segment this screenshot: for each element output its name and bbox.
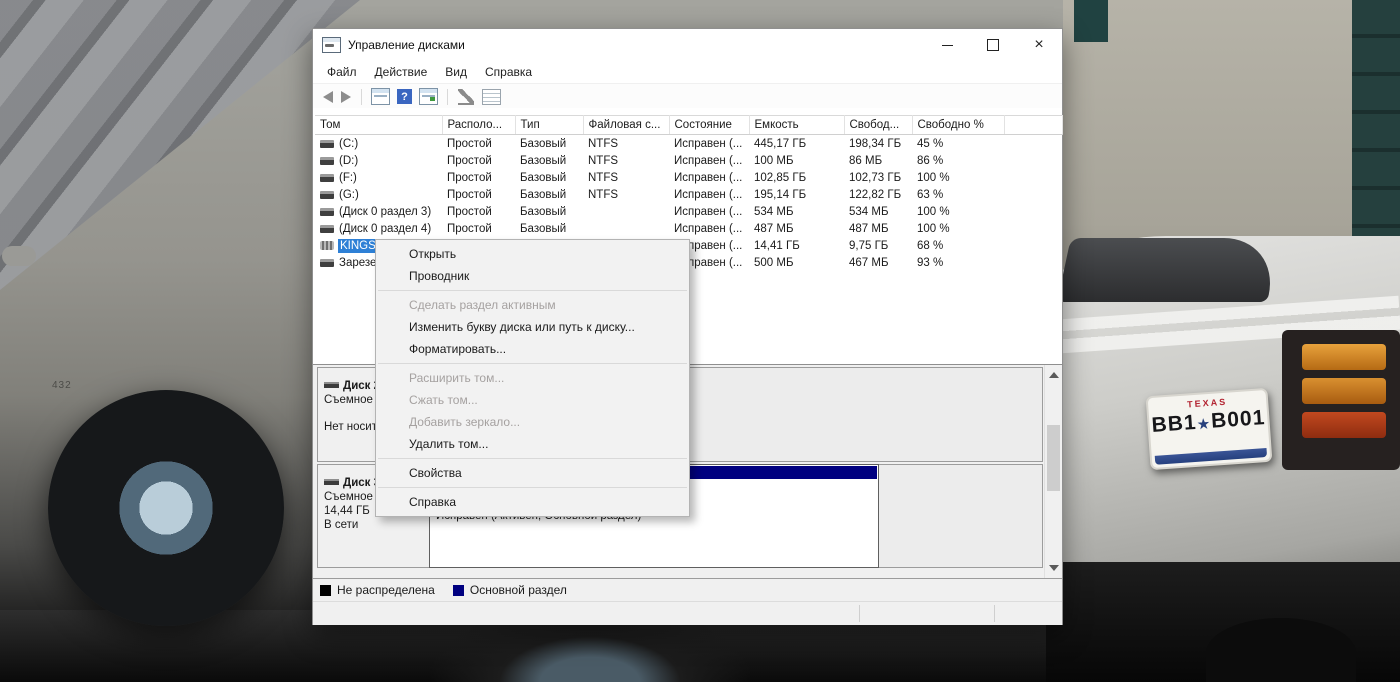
volume-icon — [320, 174, 334, 182]
column-header-free[interactable]: Свобод... — [844, 116, 912, 135]
window-controls: × — [924, 29, 1062, 61]
car-front-wheel — [48, 390, 284, 626]
minimize-icon — [942, 45, 953, 46]
window-title: Управление дисками — [348, 38, 465, 52]
legend-primary-partition: Основной раздел — [453, 583, 567, 597]
car-taillight — [1302, 412, 1386, 438]
maximize-button[interactable] — [970, 29, 1016, 61]
column-header-status[interactable]: Состояние — [669, 116, 749, 135]
column-header-volume[interactable]: Том — [315, 116, 442, 135]
volume-row-c[interactable]: (C:) Простой Базовый NTFS Исправен (... … — [315, 135, 1062, 153]
menu-separator — [378, 363, 687, 364]
scroll-down-icon[interactable] — [1049, 565, 1059, 571]
column-header-free-pct[interactable]: Свободно % — [912, 116, 1004, 135]
context-menu-properties[interactable]: Свойства — [376, 462, 689, 484]
menu-view[interactable]: Вид — [436, 62, 476, 82]
column-header-type[interactable]: Тип — [515, 116, 583, 135]
minimize-button[interactable] — [924, 29, 970, 61]
license-plate: TEXAS BB1★B001 — [1146, 388, 1273, 470]
volume-icon — [320, 157, 334, 165]
volume-row-f[interactable]: (F:) Простой Базовый NTFS Исправен (... … — [315, 169, 1062, 186]
help-icon[interactable]: ? — [397, 89, 412, 104]
volume-icon — [320, 140, 334, 148]
volume-row-disk0-part3[interactable]: (Диск 0 раздел 3) Простой Базовый Исправ… — [315, 203, 1062, 220]
car-front-left: 432 — [0, 168, 318, 682]
context-menu-change-letter[interactable]: Изменить букву диска или путь к диску... — [376, 316, 689, 338]
legend-bar: Не распределена Основной раздел — [313, 578, 1062, 601]
car-fender-badge: 432 — [52, 380, 72, 391]
back-arrow-icon[interactable] — [323, 91, 333, 103]
car-rear-window — [1057, 238, 1281, 302]
forward-arrow-icon[interactable] — [341, 91, 351, 103]
scrollbar-thumb[interactable] — [1047, 425, 1060, 491]
properties-tool-icon[interactable] — [458, 89, 474, 105]
menu-bar: Файл Действие Вид Справка — [313, 61, 1062, 83]
car-mirror — [2, 246, 36, 266]
toolbar-separator — [447, 89, 448, 105]
volume-row-disk0-part4[interactable]: (Диск 0 раздел 4) Простой Базовый Исправ… — [315, 220, 1062, 237]
title-bar[interactable]: Управление дисками × — [313, 29, 1062, 61]
menu-separator — [378, 487, 687, 488]
car-rear-wheel — [1206, 618, 1356, 682]
volume-row-d[interactable]: (D:) Простой Базовый NTFS Исправен (... … — [315, 152, 1062, 169]
volume-row-g[interactable]: (G:) Простой Базовый NTFS Исправен (... … — [315, 186, 1062, 203]
car-taillight — [1302, 344, 1386, 370]
context-menu-explorer[interactable]: Проводник — [376, 265, 689, 287]
menu-file[interactable]: Файл — [318, 62, 366, 82]
plate-right: B001 — [1210, 406, 1266, 433]
volume-icon — [320, 225, 334, 233]
close-button[interactable]: × — [1016, 29, 1062, 61]
status-bar-separator — [994, 605, 995, 622]
scroll-up-icon[interactable] — [1049, 372, 1059, 378]
volume-context-menu: Открыть Проводник Сделать раздел активны… — [375, 239, 690, 517]
menu-separator — [378, 458, 687, 459]
legend-unallocated: Не распределена — [320, 583, 435, 597]
action-pane-icon[interactable] — [419, 88, 438, 105]
toolbar-separator — [361, 89, 362, 105]
status-bar-separator — [859, 605, 860, 622]
column-header-filesystem[interactable]: Файловая с... — [583, 116, 669, 135]
background-small-door — [1074, 0, 1108, 42]
context-menu-help[interactable]: Справка — [376, 491, 689, 513]
context-menu-open[interactable]: Открыть — [376, 243, 689, 265]
menu-help[interactable]: Справка — [476, 62, 541, 82]
column-header-capacity[interactable]: Емкость — [749, 116, 844, 135]
vertical-scrollbar[interactable] — [1044, 365, 1062, 578]
toolbar: ? — [313, 83, 1062, 110]
column-header-empty[interactable] — [1004, 116, 1062, 135]
disk-icon — [324, 382, 339, 388]
maximize-icon — [987, 39, 999, 51]
removable-volume-icon — [320, 241, 334, 250]
primary-partition-color-swatch — [453, 585, 464, 596]
header-row: Том Располо... Тип Файловая с... Состоян… — [315, 116, 1062, 135]
close-icon: × — [1034, 37, 1043, 53]
status-bar — [313, 601, 1062, 625]
volume-icon — [320, 259, 334, 267]
console-tree-icon[interactable] — [371, 88, 390, 105]
unallocated-color-swatch — [320, 585, 331, 596]
car-taillight — [1302, 378, 1386, 404]
plate-left: BB1 — [1151, 411, 1198, 437]
volume-icon — [320, 208, 334, 216]
context-menu-extend: Расширить том... — [376, 367, 689, 389]
context-menu-shrink: Сжать том... — [376, 389, 689, 411]
context-menu-format[interactable]: Форматировать... — [376, 338, 689, 360]
disk-icon — [324, 479, 339, 485]
column-header-layout[interactable]: Располо... — [442, 116, 515, 135]
disk-management-app-icon — [322, 37, 341, 53]
menu-action[interactable]: Действие — [366, 62, 437, 82]
disk-status: В сети — [324, 519, 423, 531]
texas-star-icon: ★ — [1196, 416, 1212, 432]
license-plate-skyline — [1155, 448, 1267, 465]
menu-separator — [378, 290, 687, 291]
fields-list-icon[interactable] — [482, 89, 501, 105]
context-menu-delete[interactable]: Удалить том... — [376, 433, 689, 455]
volume-icon — [320, 191, 334, 199]
context-menu-mark-active: Сделать раздел активным — [376, 294, 689, 316]
context-menu-add-mirror: Добавить зеркало... — [376, 411, 689, 433]
